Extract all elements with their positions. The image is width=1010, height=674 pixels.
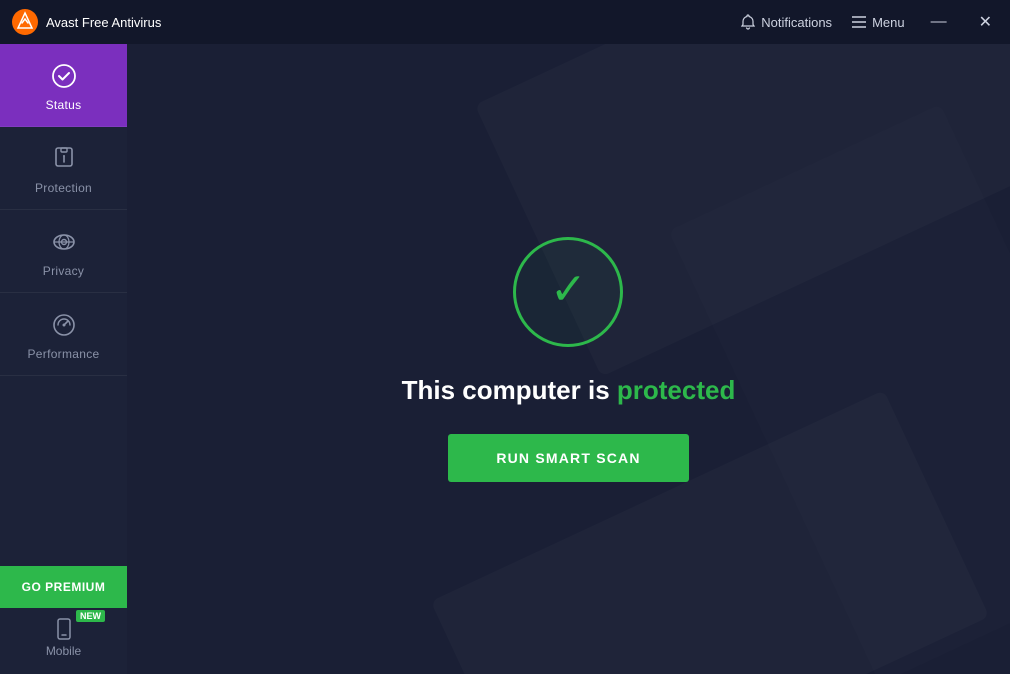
notifications-label: Notifications [761,15,832,30]
go-premium-button[interactable]: GO PREMIUM [0,566,127,608]
status-text-highlight: protected [617,375,735,405]
notifications-button[interactable]: Notifications [741,14,832,30]
avast-logo-icon [12,9,38,35]
status-icon [50,62,78,90]
sidebar-item-privacy[interactable]: Privacy [0,210,127,293]
sidebar-item-performance-label: Performance [28,347,100,361]
performance-icon [50,311,78,339]
sidebar-item-status-label: Status [46,98,82,112]
sidebar-item-status[interactable]: Status [0,44,127,127]
bell-icon [741,14,755,30]
menu-label: Menu [872,15,905,30]
check-mark-icon: ✓ [550,268,587,312]
main-content: ✓ This computer is protected RUN SMART S… [127,44,1010,674]
minimize-button[interactable]: — [925,11,953,33]
menu-icon [852,16,866,28]
app-title: Avast Free Antivirus [46,15,161,30]
close-button[interactable]: ✕ [973,10,998,34]
mobile-icon [54,618,74,640]
run-smart-scan-button[interactable]: RUN SMART SCAN [448,434,688,482]
protection-icon [50,145,78,173]
sidebar-item-protection[interactable]: Protection [0,127,127,210]
sidebar-item-protection-label: Protection [35,181,92,195]
sidebar-item-mobile[interactable]: NEW Mobile [0,608,127,664]
sidebar-item-performance[interactable]: Performance [0,293,127,376]
status-message: This computer is protected [402,375,736,406]
sidebar-bottom: GO PREMIUM NEW Mobile [0,566,127,674]
new-badge: NEW [76,610,105,622]
status-text-prefix: This computer is [402,375,617,405]
title-bar: Avast Free Antivirus Notifications Menu … [0,0,1010,44]
sidebar-item-privacy-label: Privacy [43,264,84,278]
sidebar: Status Protection [0,44,127,674]
center-content: ✓ This computer is protected RUN SMART S… [402,237,736,482]
privacy-icon [50,228,78,256]
title-bar-right: Notifications Menu — ✕ [741,10,998,34]
mobile-label: Mobile [46,644,81,658]
menu-button[interactable]: Menu [852,15,905,30]
status-check-circle: ✓ [513,237,623,347]
app-logo: Avast Free Antivirus [12,9,161,35]
main-layout: Status Protection [0,44,1010,674]
